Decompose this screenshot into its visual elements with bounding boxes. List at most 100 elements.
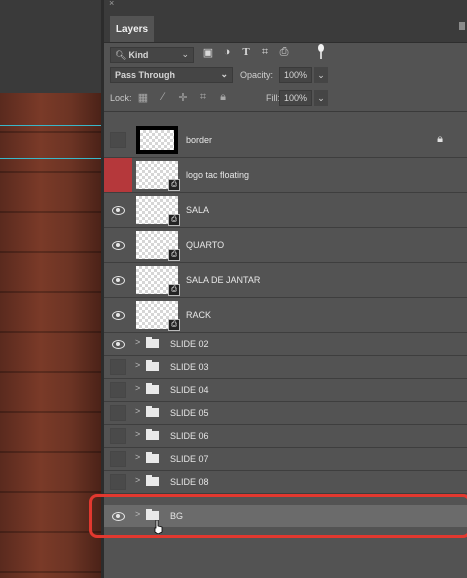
chevron-right-icon[interactable]: > [135,475,140,485]
filter-toggle-stem [320,52,322,59]
visibility-highlight-icon [104,158,132,192]
group-row[interactable]: > SLIDE 04 [104,379,467,402]
chevron-down-icon: ⌄ [181,49,189,59]
opacity-dropdown-icon[interactable]: ⌄ [314,67,328,83]
chevron-right-icon[interactable]: > [135,452,140,462]
type-filter-icon[interactable]: T [240,46,252,59]
kind-label: Kind [128,50,149,60]
layer-thumbnail: ⎙ [136,161,180,191]
layer-row[interactable]: ⎙ RACK [104,298,467,333]
smart-object-icon: ⎙ [168,249,180,261]
opacity-input[interactable]: 100% [279,67,312,83]
layers-list: border 🔒︎ ⎙ logo tac floating ⎙ SALA ⎙ Q… [104,123,467,494]
guide-line[interactable] [0,125,101,126]
filter-toggle-icon[interactable] [318,44,324,52]
blend-row: Pass Through ⌄ Opacity: 100% ⌄ [104,65,467,87]
layer-name: RACK [186,310,212,320]
blend-mode-select[interactable]: Pass Through ⌄ [110,67,233,83]
smart-object-icon: ⎙ [168,214,180,226]
group-row[interactable]: > SLIDE 07 [104,448,467,471]
panel-menu-icon[interactable] [459,22,465,30]
close-icon[interactable]: × [109,0,114,8]
lock-image-pixels-icon[interactable]: ∕ [157,91,169,104]
tab-layers[interactable]: Layers [110,16,154,42]
smart-object-icon: ⎙ [168,284,180,296]
group-name: SLIDE 04 [170,385,209,395]
chevron-right-icon[interactable]: > [135,406,140,416]
visibility-toggle[interactable] [104,123,132,157]
prevent-autonest-icon[interactable]: ⌗ [197,91,209,104]
visibility-toggle[interactable] [104,263,132,297]
highlight-annotation [89,494,467,538]
folder-icon [146,337,159,348]
layer-name: logo tac floating [186,170,250,180]
group-name: SLIDE 07 [170,454,209,464]
layer-name: SALA DE JANTAR [186,275,261,285]
visibility-toggle[interactable] [104,298,132,332]
chevron-right-icon[interactable]: > [135,337,140,347]
lock-position-icon[interactable]: ✛ [177,91,189,104]
group-row[interactable]: > SLIDE 05 [104,402,467,425]
folder-icon [146,452,159,463]
layer-row[interactable]: ⎙ SALA [104,193,467,228]
canvas-dark-region [0,0,101,93]
chevron-right-icon[interactable]: > [135,429,140,439]
shape-filter-icon[interactable]: ⌗ [259,46,271,59]
layer-row[interactable]: ⎙ logo tac floating [104,158,467,193]
eye-icon [111,310,125,320]
group-row[interactable]: > SLIDE 02 [104,333,467,356]
layer-thumbnail [136,126,178,154]
group-row[interactable]: > SLIDE 08 [104,471,467,494]
kind-filter-select[interactable]: 🔍︎ Kind ⌄ [110,47,194,63]
visibility-toggle[interactable] [104,448,132,470]
image-filter-icon[interactable]: ▣ [202,46,214,59]
smart-object-icon: ⎙ [168,179,180,191]
visibility-off-icon [110,428,126,444]
layer-row[interactable]: border 🔒︎ [104,123,467,158]
smart-object-filter-icon[interactable]: ⎙ [278,46,290,59]
visibility-off-icon [110,359,126,375]
eye-icon [111,275,125,285]
lock-icon: 🔒︎ [437,133,443,145]
group-name: SLIDE 03 [170,362,209,372]
folder-icon [146,360,159,371]
lock-icons: ▦ ∕ ✛ ⌗ 🔒︎ [137,91,229,104]
layer-name: SALA [186,205,210,215]
search-icon: 🔍︎ [115,49,127,60]
chevron-right-icon[interactable]: > [135,383,140,393]
layer-row[interactable]: ⎙ SALA DE JANTAR [104,263,467,298]
fill-dropdown-icon[interactable]: ⌄ [314,90,328,106]
document-canvas[interactable] [0,0,101,578]
blend-mode-value: Pass Through [115,70,176,80]
layers-panel: × Layers 🔍︎ Kind ⌄ ▣ ◑ T ⌗ ⎙ Pass Throug… [104,0,467,578]
lock-transparent-pixels-icon[interactable]: ▦ [137,91,149,104]
visibility-toggle[interactable] [104,228,132,262]
lock-label: Lock: [110,93,132,103]
fill-input[interactable]: 100% [279,90,312,106]
panel-tab-bar: Layers [104,12,467,43]
visibility-toggle[interactable] [104,402,132,424]
visibility-toggle[interactable] [104,193,132,227]
lock-all-icon[interactable]: 🔒︎ [217,91,229,104]
group-row[interactable]: > SLIDE 06 [104,425,467,448]
group-name: SLIDE 05 [170,408,209,418]
visibility-toggle[interactable] [104,333,132,355]
visibility-off-icon [110,474,126,490]
fill-label: Fill: [266,93,280,103]
adjustment-filter-icon[interactable]: ◑ [221,46,233,59]
chevron-right-icon[interactable]: > [135,360,140,370]
layer-name: QUARTO [186,240,225,250]
visibility-toggle[interactable] [104,425,132,447]
group-name: SLIDE 08 [170,477,209,487]
folder-icon [146,406,159,417]
guide-line[interactable] [0,158,101,159]
panel-top-bar: × [104,0,467,12]
visibility-toggle[interactable] [104,471,132,493]
visibility-toggle[interactable] [104,158,132,192]
visibility-toggle[interactable] [104,379,132,401]
layer-thumbnail: ⎙ [136,231,180,261]
group-row[interactable]: > SLIDE 03 [104,356,467,379]
visibility-toggle[interactable] [104,356,132,378]
layer-row[interactable]: ⎙ QUARTO [104,228,467,263]
lock-row: Lock: ▦ ∕ ✛ ⌗ 🔒︎ Fill: 100% ⌄ [104,87,467,112]
